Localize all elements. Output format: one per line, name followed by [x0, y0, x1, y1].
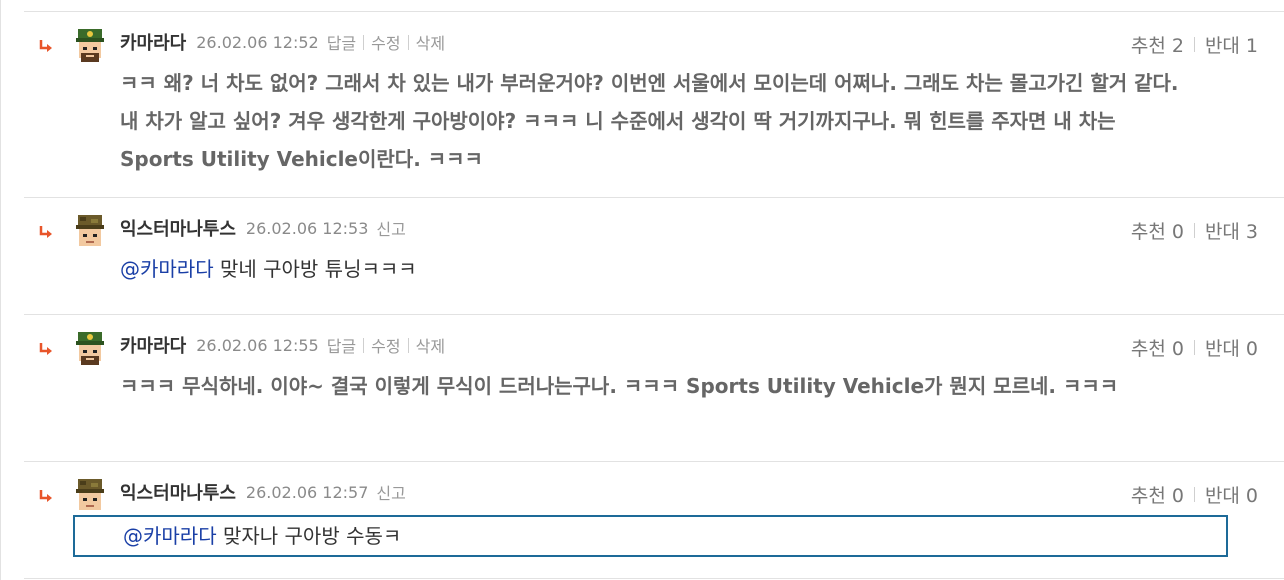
reply-arrow-icon	[39, 40, 52, 52]
comment-author[interactable]: 카마라다	[120, 332, 186, 358]
upvote-label: 추천	[1130, 220, 1166, 243]
reply-button[interactable]: 답글	[327, 333, 356, 357]
upvote-count: 0	[1171, 337, 1184, 360]
reply-arrow-icon	[39, 490, 52, 502]
downvote-count: 0	[1245, 337, 1258, 360]
divider	[363, 34, 365, 50]
highlighted-comment-box[interactable]: @카마라다 맞자나 구아방 수동ㅋ	[73, 515, 1228, 557]
divider	[1193, 36, 1195, 52]
reply-arrow-icon	[39, 343, 52, 355]
upvote-count: 0	[1171, 220, 1184, 243]
upvote-button[interactable]: 추천 0	[1131, 481, 1184, 508]
comment-header: 익스터마나투스 26.02.06 12:57 신고	[120, 478, 406, 506]
comment-item: 카마라다 26.02.06 12:52 답글 수정 삭제 추천 2 반대 1 ㅋㅋ …	[24, 28, 1284, 198]
delete-button[interactable]: 삭제	[416, 30, 445, 54]
delete-button[interactable]: 삭제	[416, 333, 445, 357]
comment-text: ㅋㅋ 왜? 너 차도 없어? 그래서 차 있는 내가 부러운거야? 이번엔 서울…	[120, 71, 1179, 171]
general-avatar-icon	[76, 332, 104, 365]
general-avatar-icon	[76, 29, 104, 62]
divider	[1193, 339, 1195, 355]
mention-link[interactable]: @카마라다	[123, 524, 217, 548]
left-border	[0, 0, 1, 580]
vote-box: 추천 0 반대 3	[1131, 216, 1258, 244]
divider	[1193, 222, 1195, 238]
upvote-button[interactable]: 추천 0	[1131, 217, 1184, 244]
comment-date: 26.02.06 12:55	[196, 335, 319, 355]
downvote-count: 3	[1245, 220, 1258, 243]
divider	[363, 337, 365, 353]
downvote-label: 반대	[1204, 484, 1240, 507]
downvote-button[interactable]: 반대 1	[1205, 31, 1258, 58]
reply-arrow-icon	[39, 226, 52, 238]
comment-date: 26.02.06 12:53	[245, 218, 369, 238]
comment-date: 26.02.06 12:52	[196, 32, 319, 52]
comment-author[interactable]: 익스터마나투스	[120, 479, 236, 505]
comment-text: ㅋㅋㅋ 무식하네. 이야~ 결국 이렇게 무식이 드러나는구나. ㅋㅋㅋ Spo…	[120, 374, 1119, 398]
vote-box: 추천 0 반대 0	[1131, 333, 1258, 361]
soldier-avatar-icon	[76, 215, 104, 246]
upvote-label: 추천	[1130, 34, 1166, 57]
comment-date: 26.02.06 12:57	[245, 482, 369, 502]
upvote-label: 추천	[1130, 337, 1166, 360]
vote-box: 추천 2 반대 1	[1131, 30, 1258, 58]
comment-author[interactable]: 카마라다	[120, 29, 186, 55]
downvote-label: 반대	[1204, 34, 1240, 57]
comment-text-content: 맞자나 구아방 수동ㅋ	[216, 524, 402, 548]
comment-author[interactable]: 익스터마나투스	[120, 215, 236, 241]
report-button[interactable]: 신고	[376, 216, 405, 240]
mention-link[interactable]: @카마라다	[120, 257, 214, 281]
vote-box: 추천 0 반대 0	[1131, 480, 1258, 508]
downvote-button[interactable]: 반대 3	[1205, 217, 1258, 244]
edit-button[interactable]: 수정	[371, 333, 400, 357]
downvote-button[interactable]: 반대 0	[1205, 481, 1258, 508]
upvote-count: 2	[1171, 34, 1184, 57]
downvote-count: 0	[1245, 484, 1258, 507]
downvote-label: 반대	[1204, 337, 1240, 360]
upvote-button[interactable]: 추천 2	[1131, 31, 1184, 58]
upvote-count: 0	[1171, 484, 1184, 507]
downvote-label: 반대	[1204, 220, 1240, 243]
comment-item: 익스터마나투스 26.02.06 12:53 신고 추천 0 반대 3 @카마라다 …	[24, 214, 1284, 315]
divider	[407, 337, 409, 353]
upvote-button[interactable]: 추천 0	[1131, 334, 1184, 361]
comment-text: @카마라다 맞네 구아방 튜닝ㅋㅋㅋ	[120, 250, 1190, 288]
comment-text: @카마라다 맞자나 구아방 수동ㅋ	[123, 517, 401, 555]
comment-header: 카마라다 26.02.06 12:52 답글 수정 삭제	[120, 28, 445, 56]
divider	[1193, 486, 1195, 502]
edit-button[interactable]: 수정	[371, 30, 400, 54]
upvote-label: 추천	[1130, 484, 1166, 507]
divider	[407, 34, 409, 50]
soldier-avatar-icon	[76, 479, 104, 510]
reply-button[interactable]: 답글	[327, 30, 356, 54]
comment-header: 카마라다 26.02.06 12:55 답글 수정 삭제	[120, 331, 445, 359]
downvote-button[interactable]: 반대 0	[1205, 334, 1258, 361]
comment-text-content: 맞네 구아방 튜닝ㅋㅋㅋ	[213, 257, 417, 281]
top-divider	[24, 11, 1284, 12]
report-button[interactable]: 신고	[376, 480, 405, 504]
comment-item: 카마라다 26.02.06 12:55 답글 수정 삭제 추천 0 반대 0 ㅋㅋㅋ…	[24, 331, 1284, 462]
comment-header: 익스터마나투스 26.02.06 12:53 신고	[120, 214, 406, 242]
downvote-count: 1	[1245, 34, 1258, 57]
